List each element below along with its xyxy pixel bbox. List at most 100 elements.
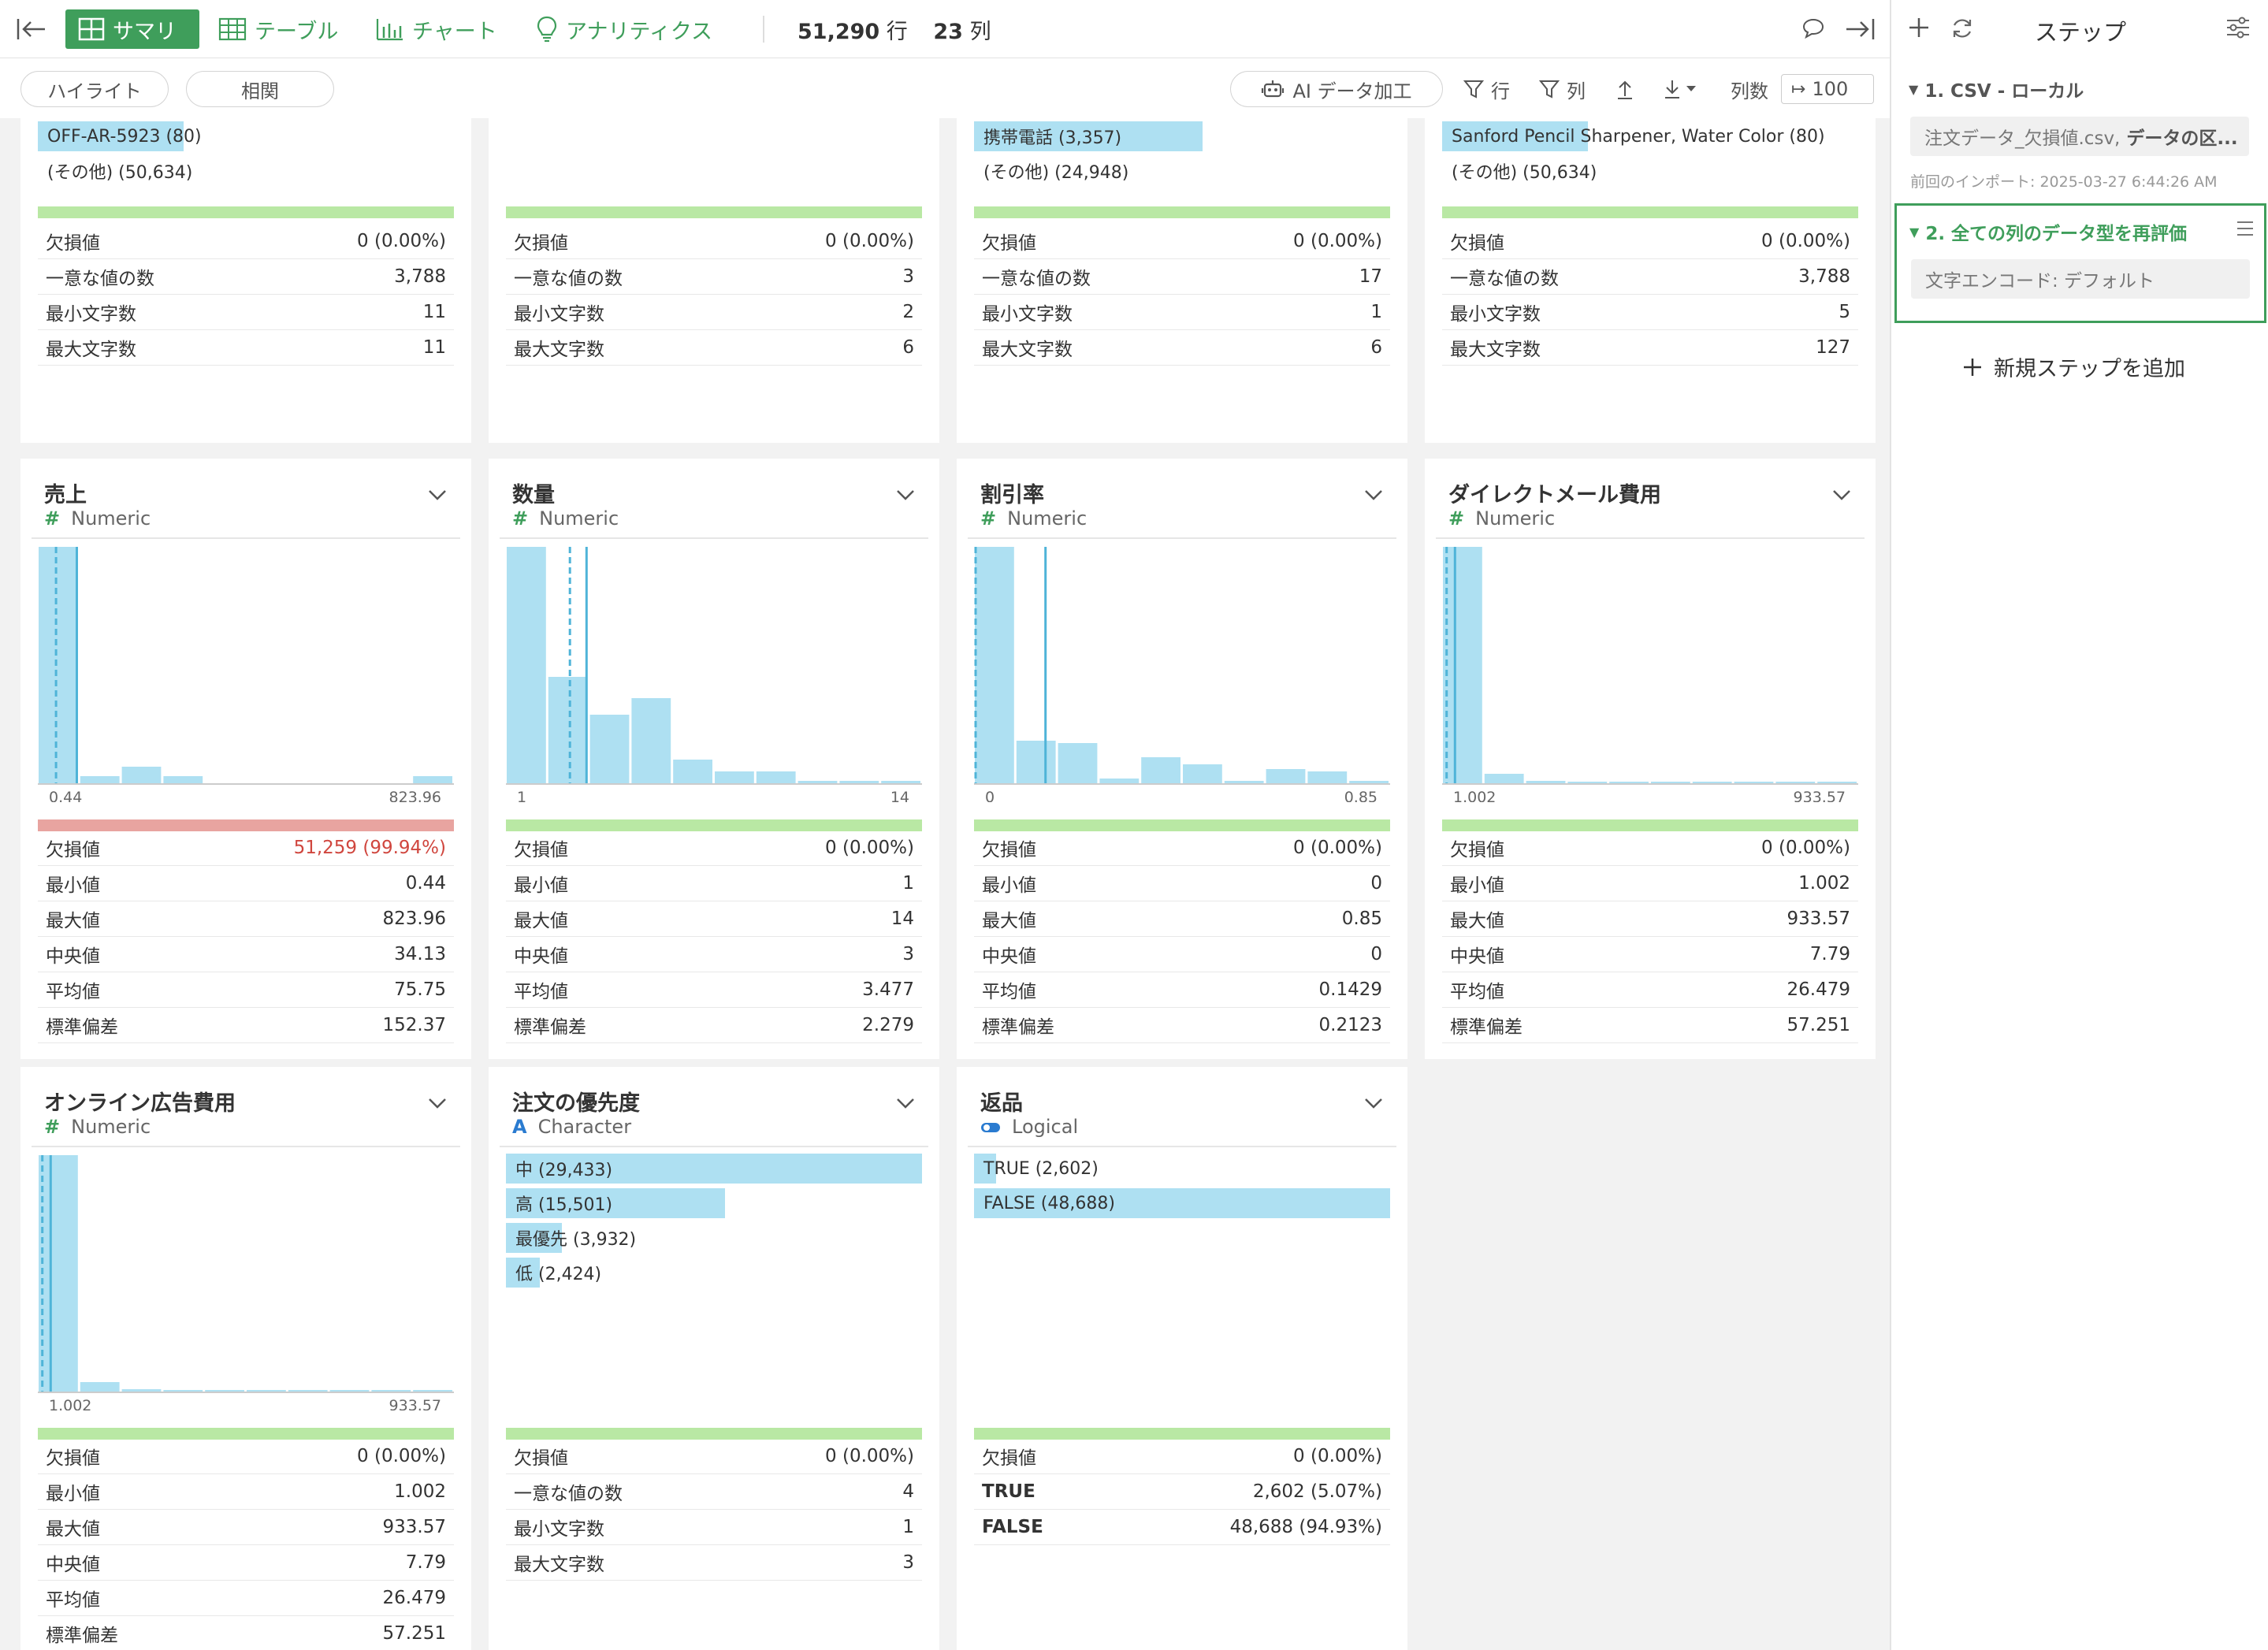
category-bar[interactable]: OFF-AR-5923 (80) bbox=[38, 121, 454, 151]
stat-name: 一意な値の数 bbox=[982, 269, 1091, 289]
stats-row: 中央値 3 bbox=[506, 937, 922, 972]
filter-rows-button[interactable]: 行 bbox=[1463, 71, 1510, 107]
category-bar[interactable]: (その他) (50,634) bbox=[38, 156, 454, 186]
chevron-down-icon[interactable] bbox=[1831, 489, 1852, 501]
collapse-left-icon[interactable] bbox=[16, 17, 47, 41]
stat-name: 平均値 bbox=[46, 1590, 100, 1611]
chevron-down-icon[interactable] bbox=[427, 489, 448, 501]
histogram-bin bbox=[39, 547, 78, 783]
histogram-bin bbox=[756, 771, 796, 783]
stat-name: 中央値 bbox=[982, 946, 1036, 967]
card-type-label: Character bbox=[537, 1116, 632, 1138]
category-bar[interactable]: FALSE (48,688) bbox=[974, 1188, 1390, 1218]
stats-row: 標準偏差 2.279 bbox=[506, 1008, 922, 1043]
card-type: # Numeric bbox=[512, 507, 619, 530]
stat-name: FALSE bbox=[982, 1517, 1043, 1537]
histogram-min-label: 1.002 bbox=[49, 1397, 91, 1410]
filter-icon bbox=[1463, 80, 1485, 98]
step-1-import-time: 前回のインポート: 2025-03-27 6:44:26 AM bbox=[1910, 173, 2218, 191]
correlation-label: 相関 bbox=[241, 80, 279, 102]
category-bar-label: 中 (29,433) bbox=[515, 1161, 613, 1180]
step-2-title: 2. 全ての列のデータ型を再評価 bbox=[1925, 224, 2188, 244]
card-type-label: Numeric bbox=[1007, 507, 1088, 530]
tab-analytics-label: アナリティクス bbox=[566, 19, 713, 44]
stat-value: 1 bbox=[902, 873, 914, 894]
histogram-bin bbox=[121, 1389, 162, 1392]
settings-sliders-icon[interactable] bbox=[2225, 16, 2251, 39]
tab-analytics[interactable]: アナリティクス bbox=[536, 9, 712, 49]
filter-columns-button[interactable]: 列 bbox=[1538, 71, 1586, 107]
step-1-file: 注文データ_欠損値.csv, bbox=[1924, 128, 2121, 149]
stats-row: 欠損値 0 (0.00%) bbox=[974, 1439, 1390, 1474]
stat-value: 17 bbox=[1359, 266, 1382, 287]
category-bar[interactable]: 高 (15,501) bbox=[506, 1188, 922, 1218]
histogram-bin bbox=[1099, 779, 1140, 783]
histogram-bin bbox=[1817, 782, 1857, 783]
category-bar[interactable]: (その他) (24,948) bbox=[974, 156, 1390, 186]
category-bar[interactable]: 携帯電話 (3,357) bbox=[974, 121, 1390, 151]
tab-summary[interactable]: サマリ bbox=[65, 9, 199, 49]
stats-row: 一意な値の数 3,788 bbox=[38, 259, 454, 295]
stat-name: 欠損値 bbox=[1450, 233, 1504, 254]
tab-summary-label: サマリ bbox=[113, 19, 177, 44]
stats-row: 欠損値 0 (0.00%) bbox=[506, 1439, 922, 1474]
add-new-step-label: 新規ステップを追加 bbox=[1994, 357, 2185, 381]
stat-name: 一意な値の数 bbox=[514, 269, 623, 289]
histogram-bin bbox=[1692, 782, 1732, 783]
category-bar[interactable]: 中 (29,433) bbox=[506, 1154, 922, 1184]
histogram-bin bbox=[975, 547, 1014, 783]
correlation-button[interactable]: 相関 bbox=[186, 71, 334, 107]
step-menu-icon[interactable] bbox=[2236, 220, 2255, 237]
chevron-down-icon[interactable] bbox=[895, 1097, 916, 1109]
row-col-count: 51,290 行 23 列 bbox=[798, 14, 991, 45]
stat-name: 最大文字数 bbox=[982, 340, 1073, 360]
toolbar-divider bbox=[763, 16, 764, 43]
stats-row: 欠損値 51,259 (99.94%) bbox=[38, 831, 454, 866]
stats-row: 中央値 34.13 bbox=[38, 937, 454, 972]
histogram-bin bbox=[507, 547, 546, 783]
download-menu-icon[interactable] bbox=[1663, 71, 1701, 107]
step-2-card[interactable]: ▼ 2. 全ての列のデータ型を再評価 文字エンコード: デフォルト bbox=[1894, 203, 2266, 323]
chevron-down-icon[interactable] bbox=[427, 1097, 448, 1109]
stat-name: 平均値 bbox=[982, 982, 1036, 1002]
numeric-hash-icon: # bbox=[44, 507, 61, 530]
collapse-right-icon[interactable] bbox=[1844, 17, 1876, 41]
stats-table: 欠損値 0 (0.00%) 最小値 1.002 最大値 933.57 中央値 7.79 平均値 2… bbox=[1442, 831, 1858, 1043]
stat-name: 標準偏差 bbox=[1450, 1017, 1523, 1038]
histogram-bin bbox=[121, 767, 162, 783]
step-1-detail[interactable]: 注文データ_欠損値.csv, データの区... bbox=[1910, 117, 2249, 156]
category-bar[interactable]: Sanford Pencil Sharpener, Water Color (8… bbox=[1442, 121, 1858, 151]
category-bar[interactable]: TRUE (2,602) bbox=[974, 1154, 1390, 1184]
stats-table: 欠損値 0 (0.00%) 一意な値の数 17 最小文字数 1 最大文字数 6 bbox=[974, 224, 1390, 366]
stat-value: 0 (0.00%) bbox=[1293, 231, 1382, 251]
chevron-down-icon[interactable] bbox=[1363, 489, 1384, 501]
histogram-bin bbox=[329, 1390, 370, 1392]
tab-table[interactable]: テーブル bbox=[218, 9, 338, 49]
category-bar-label: OFF-AR-5923 (80) bbox=[47, 126, 202, 147]
stat-name: TRUE bbox=[982, 1481, 1035, 1502]
histogram-bin bbox=[1609, 782, 1649, 783]
step-1-header[interactable]: ▼ 1. CSV - ローカル bbox=[1909, 76, 2084, 102]
category-bar[interactable]: (その他) (50,634) bbox=[1442, 156, 1858, 186]
comment-icon[interactable] bbox=[1801, 17, 1825, 39]
stat-value: 152.37 bbox=[382, 1015, 446, 1035]
category-bar-label: 携帯電話 (3,357) bbox=[983, 128, 1122, 148]
rows-count: 51,290 bbox=[798, 20, 880, 44]
highlight-button[interactable]: ハイライト bbox=[20, 71, 169, 107]
histogram-bin bbox=[1224, 781, 1264, 783]
chevron-down-icon[interactable] bbox=[895, 489, 916, 501]
stat-name: 標準偏差 bbox=[514, 1017, 586, 1038]
category-bar[interactable]: 最優先 (3,932) bbox=[506, 1223, 922, 1253]
column-count-input[interactable]: ↦ 100 bbox=[1781, 74, 1874, 104]
card-title-divider bbox=[32, 1146, 460, 1147]
add-new-step-button[interactable]: 新規ステップを追加 bbox=[1962, 351, 2185, 382]
ai-data-processing-button[interactable]: AI データ加工 bbox=[1230, 71, 1443, 107]
sort-ascending-icon[interactable] bbox=[1615, 71, 1634, 107]
stat-name: 一意な値の数 bbox=[514, 1484, 623, 1504]
stats-row: 欠損値 0 (0.00%) bbox=[1442, 831, 1858, 866]
card-type-label: Numeric bbox=[539, 507, 619, 530]
category-bar[interactable]: 低 (2,424) bbox=[506, 1258, 922, 1288]
chevron-down-icon[interactable] bbox=[1363, 1097, 1384, 1109]
tab-chart[interactable]: チャート bbox=[376, 9, 497, 49]
stat-name: 標準偏差 bbox=[982, 1017, 1054, 1038]
